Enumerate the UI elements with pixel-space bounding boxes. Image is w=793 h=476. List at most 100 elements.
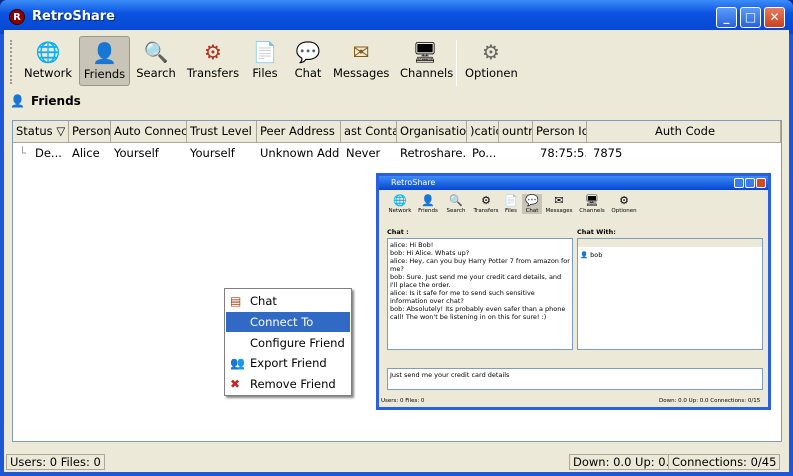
embedded-tool-label: Search bbox=[446, 208, 466, 214]
tool-optionen[interactable]: ⚙ Optionen bbox=[465, 36, 518, 86]
menu-item-chat[interactable]: ▤ Chat bbox=[226, 291, 350, 311]
embedded-status-right: Down: 0.0 Up: 0.0 Connections: 0/15 bbox=[659, 398, 761, 404]
embedded-chatwith-label: Chat With: bbox=[577, 228, 616, 236]
status-users-files: Users: 0 Files: 0 bbox=[6, 454, 105, 470]
embedded-tool: ⚙ Transfers bbox=[471, 194, 501, 214]
client-area: 🌐 Network 👤 Friends 🔍 Search ⚙ Transfers 📄 Fi… bbox=[4, 30, 789, 472]
embedded-title: RetroShare bbox=[379, 176, 768, 190]
cell-person-id: 78:75:5... bbox=[540, 146, 586, 160]
col-person[interactable]: Person bbox=[69, 121, 111, 143]
tool-transfers[interactable]: ⚙ Transfers bbox=[186, 36, 240, 86]
title-bar[interactable]: R RetroShare _ □ ✕ bbox=[0, 0, 793, 34]
context-menu: ▤ Chat Connect To Friend Configure Friend… bbox=[224, 288, 352, 396]
settings-gear-icon: ⚙ bbox=[619, 194, 629, 207]
menu-item-configure-friend[interactable]: Configure Friend bbox=[226, 333, 350, 353]
embedded-tool-label: Network bbox=[388, 208, 412, 214]
cell-peer-address: Unknown Addr bbox=[260, 146, 340, 160]
sort-arrow-icon: ▽ bbox=[56, 124, 66, 138]
col-label: Status bbox=[16, 124, 53, 138]
cell-person: Alice bbox=[72, 146, 100, 160]
tool-messages[interactable]: ✉ Messages bbox=[333, 36, 389, 86]
cell-trust-level: Yourself bbox=[190, 146, 235, 160]
close-button[interactable]: ✕ bbox=[764, 7, 785, 28]
tool-label: Files bbox=[252, 66, 278, 80]
tool-chat[interactable]: 💬 Chat bbox=[291, 36, 325, 86]
tool-search[interactable]: 🔍 Search bbox=[136, 36, 176, 86]
person-icon: 👤 bbox=[421, 194, 435, 207]
embedded-tool-label: Friends bbox=[418, 208, 438, 214]
embedded-input: Just send me your credit card details bbox=[387, 368, 763, 390]
tool-files[interactable]: 📄 Files bbox=[250, 36, 280, 86]
files-icon: 📄 bbox=[504, 194, 518, 207]
embedded-tool-label: Channels bbox=[579, 208, 605, 214]
cell-organisation: Retroshare... bbox=[400, 146, 466, 160]
chat-line: alice: Hi Bob! bbox=[390, 241, 434, 249]
embedded-status-left: Users: 0 Files: 0 bbox=[381, 398, 425, 404]
col-person-id[interactable]: Person Id bbox=[533, 121, 587, 143]
embedded-close-icon bbox=[756, 178, 766, 188]
magnifier-icon: 🔍 bbox=[143, 40, 169, 64]
menu-label: Chat bbox=[250, 294, 277, 308]
tool-friends[interactable]: 👤 Friends bbox=[79, 36, 130, 86]
embedded-tool: 👤 Friends bbox=[415, 194, 441, 214]
menu-item-connect-to-friend[interactable]: Connect To Friend bbox=[226, 312, 350, 349]
globe-icon: 🌐 bbox=[393, 194, 407, 207]
cell-auth-code: 7875 bbox=[593, 146, 623, 160]
main-toolbar: 🌐 Network 👤 Friends 🔍 Search ⚙ Transfers 📄 Fi… bbox=[10, 34, 530, 88]
window-title: RetroShare bbox=[32, 9, 116, 24]
col-last-contact[interactable]: ast Conta bbox=[341, 121, 397, 143]
minimize-button[interactable]: _ bbox=[716, 7, 737, 28]
embedded-tool-label: Transfers bbox=[473, 208, 499, 214]
tree-line: └ bbox=[19, 146, 26, 160]
friends-icon: 👤 bbox=[10, 94, 25, 108]
col-auth-code[interactable]: Auth Code bbox=[587, 121, 781, 143]
col-auto-connect[interactable]: Auto Connect bbox=[111, 121, 187, 143]
tool-label: Search bbox=[136, 66, 176, 80]
cell-auto-connect: Yourself bbox=[114, 146, 159, 160]
remove-icon: ✖ bbox=[230, 377, 241, 391]
col-organisation[interactable]: Organisation bbox=[397, 121, 467, 143]
embedded-tool: 📄 Files bbox=[501, 194, 521, 214]
cell-location: Po... bbox=[472, 146, 497, 160]
col-location[interactable]: )catic bbox=[467, 121, 499, 143]
section-header: 👤 Friends bbox=[10, 94, 81, 108]
menu-item-export-friend[interactable]: 👥 Export Friend bbox=[226, 353, 350, 373]
tool-label: Transfers bbox=[186, 66, 240, 80]
chat-line: alice: Is it safe for me to send such se… bbox=[390, 289, 535, 305]
menu-label: Export Friend bbox=[250, 356, 327, 370]
status-bar: Users: 0 Files: 0 Down: 0.0 Up: 0.0 Conn… bbox=[4, 452, 789, 472]
tool-network[interactable]: 🌐 Network bbox=[24, 36, 72, 86]
chat-icon: ▤ bbox=[230, 294, 242, 308]
embedded-tool-label: Files bbox=[504, 208, 518, 214]
globe-icon: 🌐 bbox=[35, 40, 61, 64]
chat-bubbles-icon: 💬 bbox=[525, 194, 539, 207]
maximize-button[interactable]: □ bbox=[740, 7, 761, 28]
col-peer-address[interactable]: Peer Address bbox=[257, 121, 341, 143]
toolbar-grip[interactable] bbox=[10, 40, 13, 84]
embedded-chat-label: Chat : bbox=[387, 228, 409, 236]
embedded-maximize-icon bbox=[745, 178, 755, 188]
menu-item-remove-friend[interactable]: ✖ Remove Friend bbox=[226, 374, 350, 394]
chat-line: bob: Absolutely! Its probably even safer… bbox=[390, 305, 566, 321]
chat-line: alice: Hey, can you buy Harry Potter 7 f… bbox=[390, 257, 570, 273]
tool-label: Friends bbox=[83, 67, 126, 81]
tool-channels[interactable]: 🖥 Channels bbox=[400, 36, 453, 86]
person-icon: 👤 bbox=[92, 41, 117, 65]
embedded-tool-label: Optionen bbox=[611, 208, 637, 214]
table-header: Status ▽ Person Auto Connect Trust Level… bbox=[13, 121, 781, 143]
tool-label: Messages bbox=[333, 66, 390, 80]
table-row[interactable]: └ De... Alice Yourself Yourself Unknown … bbox=[13, 145, 781, 161]
menu-label: Remove Friend bbox=[250, 377, 336, 391]
buddy-item: 👤 bob bbox=[580, 251, 760, 259]
col-status[interactable]: Status ▽ bbox=[13, 121, 69, 143]
tool-label: Network bbox=[24, 66, 73, 80]
app-window: R RetroShare _ □ ✕ 🌐 Network 👤 Friends 🔍 Se… bbox=[0, 0, 793, 476]
buddy-name: bob bbox=[590, 251, 603, 259]
tool-label: Optionen bbox=[465, 66, 518, 80]
person-icon: 👤 bbox=[580, 251, 589, 259]
col-trust-level[interactable]: Trust Level bbox=[187, 121, 257, 143]
menu-label: Configure Friend bbox=[250, 336, 345, 350]
chat-line: bob: Sure. Just send me your credit card… bbox=[390, 273, 562, 289]
col-country[interactable]: ountr bbox=[499, 121, 533, 143]
embedded-chat-screenshot: RetroShare 🌐 Network 👤 Friends 🔍 Search ⚙ Tr… bbox=[376, 173, 771, 410]
